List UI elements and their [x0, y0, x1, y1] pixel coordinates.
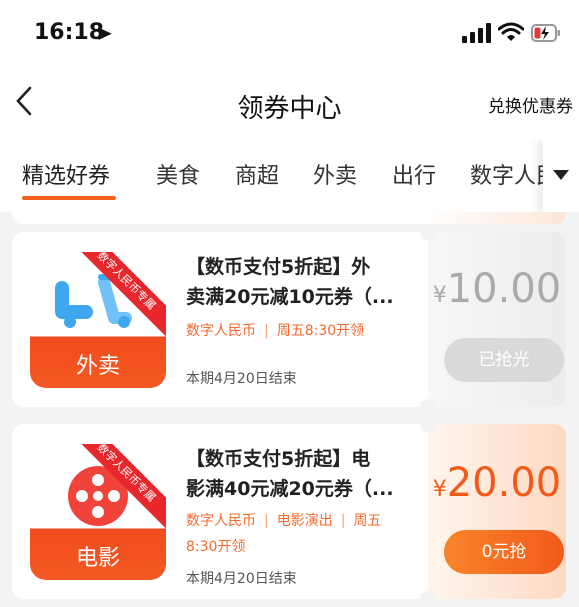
active-tab-indicator	[22, 196, 116, 200]
tab-food[interactable]: 美食	[156, 158, 200, 190]
claim-free-button[interactable]: 0元抢	[444, 530, 564, 574]
battery-charging-icon	[531, 24, 560, 42]
category-tabs: 精选好券 美食 商超 外卖 出行 数字人民币专区	[0, 140, 579, 212]
tab-takeaway[interactable]: 外卖	[313, 158, 357, 190]
tab-supermarket[interactable]: 商超	[235, 158, 279, 190]
cellular-signal-icon	[462, 23, 491, 43]
wifi-icon	[498, 22, 524, 41]
sold-out-button[interactable]: 已抢光	[444, 338, 564, 382]
nav-bar: 领券中心 兑换优惠券	[0, 70, 579, 140]
coupon-card[interactable]: 数字人民币专属 外卖 【数币支付5折起】外 卖满20元减10元券（... 数字人…	[12, 232, 566, 407]
coupon-tags: 数字人民币 | 周五8:30开领	[186, 323, 365, 339]
location-arrow-icon: ➤	[96, 21, 113, 45]
exchange-coupon-link[interactable]: 兑换优惠券	[488, 92, 573, 117]
coupon-thumbnail: 数字人民币专属 外卖	[30, 252, 166, 388]
coupon-tags: 数字人民币 | 电影演出 | 周五 8:30开领	[186, 513, 382, 555]
coupon-category-label: 外卖	[75, 354, 120, 379]
coupon-card[interactable]: 数字人民币专属 电影 【数币支付5折起】电 影满40元减20元券（... 数字人…	[12, 424, 566, 599]
caret-down-icon	[553, 170, 569, 180]
tab-featured[interactable]: 精选好券	[22, 158, 110, 190]
more-tabs-button[interactable]	[543, 140, 579, 212]
coupon-end-date: 本期4月20日结束	[186, 571, 297, 587]
coupon-amount: ¥20.00	[432, 460, 562, 506]
status-time: 16:18	[34, 20, 105, 45]
coupon-title: 【数币支付5折起】电 影满40元减20元券（...	[186, 448, 394, 500]
coupon-thumbnail: 数字人民币专属 电影	[30, 444, 166, 580]
coupon-title: 【数币支付5折起】外 卖满20元减10元券（...	[186, 256, 394, 308]
coupon-end-date: 本期4月20日结束	[186, 371, 297, 387]
status-bar: 16:18 ➤	[0, 0, 579, 70]
coupon-amount: ¥10.00	[432, 266, 562, 312]
tab-travel[interactable]: 出行	[392, 158, 436, 190]
coupon-category-label: 电影	[75, 546, 120, 571]
previous-card-edge	[12, 212, 566, 224]
